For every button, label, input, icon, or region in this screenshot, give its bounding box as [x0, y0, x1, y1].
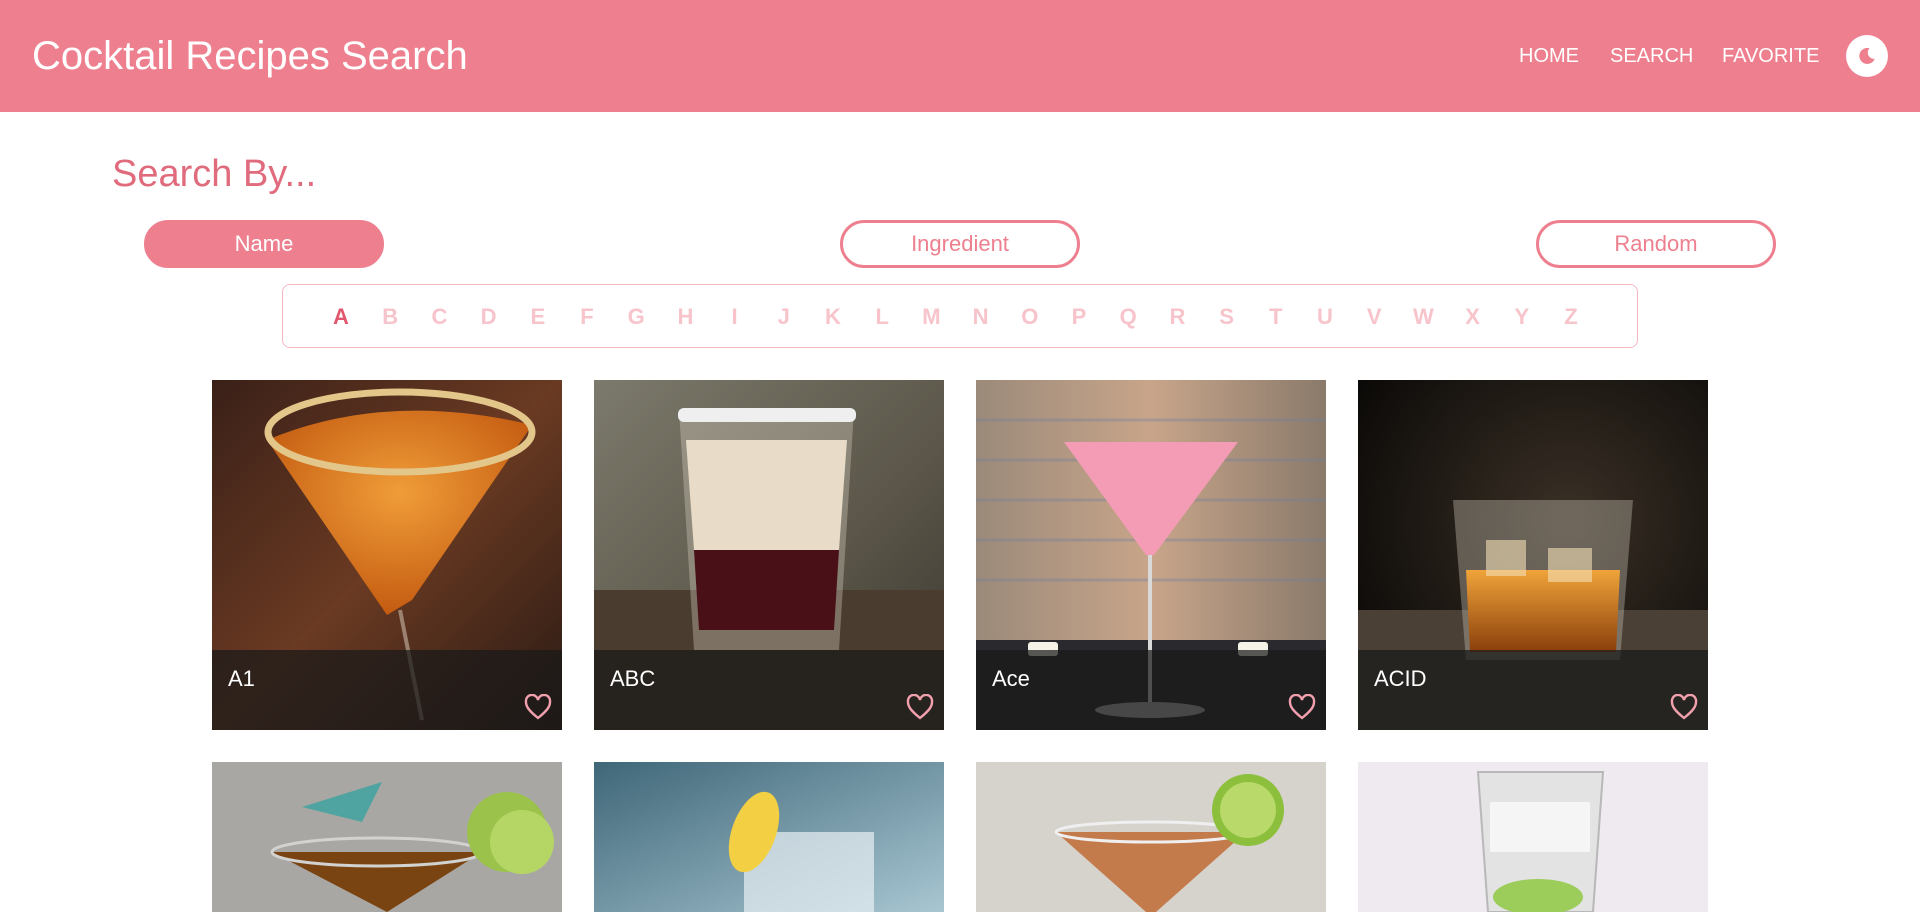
favorite-heart-icon[interactable] — [524, 694, 552, 720]
cocktail-card[interactable]: A1 — [212, 380, 562, 730]
search-heading: Search By... — [112, 153, 317, 195]
theme-toggle-button[interactable] — [1846, 35, 1888, 77]
letter-filter-x[interactable]: X — [1453, 303, 1493, 331]
favorite-heart-icon[interactable] — [1288, 694, 1316, 720]
cocktail-photo — [212, 762, 562, 912]
letter-filter-s[interactable]: S — [1207, 303, 1247, 331]
cocktail-name: ABC — [610, 666, 656, 691]
letter-filter-w[interactable]: W — [1403, 303, 1443, 331]
cocktail-name: ACID — [1374, 666, 1427, 691]
letter-filter-v[interactable]: V — [1354, 303, 1394, 331]
cocktail-card[interactable]: ABC — [594, 380, 944, 730]
cocktail-card[interactable] — [594, 762, 944, 912]
letter-filter-y[interactable]: Y — [1502, 303, 1542, 331]
cocktail-card[interactable] — [1358, 762, 1708, 912]
top-app-bar: Cocktail Recipes Search HOME SEARCH FAVO… — [0, 0, 1920, 112]
letter-filter-a[interactable]: A — [321, 303, 361, 331]
letter-filter-z[interactable]: Z — [1551, 303, 1591, 331]
letter-filter-m[interactable]: M — [911, 303, 951, 331]
search-random-button[interactable]: Random — [1536, 220, 1776, 268]
nav-search-link[interactable]: SEARCH — [1610, 44, 1693, 68]
letter-filter-e[interactable]: E — [518, 303, 558, 331]
cocktail-card[interactable] — [976, 762, 1326, 912]
cocktail-name: A1 — [228, 666, 255, 691]
card-caption: A1 — [212, 650, 562, 730]
letter-filter-g[interactable]: G — [616, 303, 656, 331]
letter-filter-h[interactable]: H — [665, 303, 705, 331]
cocktail-photo — [976, 762, 1326, 912]
search-by-ingredient-button[interactable]: Ingredient — [840, 220, 1080, 268]
letter-filter-c[interactable]: C — [419, 303, 459, 331]
letter-filter-o[interactable]: O — [1010, 303, 1050, 331]
cocktail-name: Ace — [992, 666, 1030, 691]
nav-home-link[interactable]: HOME — [1519, 44, 1579, 68]
app-title: Cocktail Recipes Search — [32, 34, 468, 78]
card-caption: ABC — [594, 650, 944, 730]
favorite-heart-icon[interactable] — [1670, 694, 1698, 720]
letter-filter-r[interactable]: R — [1157, 303, 1197, 331]
letter-filter-k[interactable]: K — [813, 303, 853, 331]
letter-filter-f[interactable]: F — [567, 303, 607, 331]
letter-filter-l[interactable]: L — [862, 303, 902, 331]
cocktail-photo — [1358, 762, 1708, 912]
letter-filter-t[interactable]: T — [1256, 303, 1296, 331]
card-caption: ACID — [1358, 650, 1708, 730]
favorite-heart-icon[interactable] — [906, 694, 934, 720]
letter-filter-j[interactable]: J — [764, 303, 804, 331]
letter-filter-i[interactable]: I — [715, 303, 755, 331]
letter-filter-n[interactable]: N — [961, 303, 1001, 331]
letter-filter-b[interactable]: B — [370, 303, 410, 331]
letter-filter-p[interactable]: P — [1059, 303, 1099, 331]
card-caption: Ace — [976, 650, 1326, 730]
nav-favorite-link[interactable]: FAVORITE — [1722, 44, 1819, 68]
moon-icon — [1859, 47, 1875, 64]
cocktail-card[interactable]: Ace — [976, 380, 1326, 730]
letter-filter-bar: ABCDEFGHIJKLMNOPQRSTUVWXYZ — [282, 284, 1638, 348]
letter-filter-q[interactable]: Q — [1108, 303, 1148, 331]
search-by-name-button[interactable]: Name — [144, 220, 384, 268]
letter-filter-u[interactable]: U — [1305, 303, 1345, 331]
cocktail-photo — [594, 762, 944, 912]
cocktail-card[interactable] — [212, 762, 562, 912]
letter-filter-d[interactable]: D — [469, 303, 509, 331]
cocktail-card[interactable]: ACID — [1358, 380, 1708, 730]
